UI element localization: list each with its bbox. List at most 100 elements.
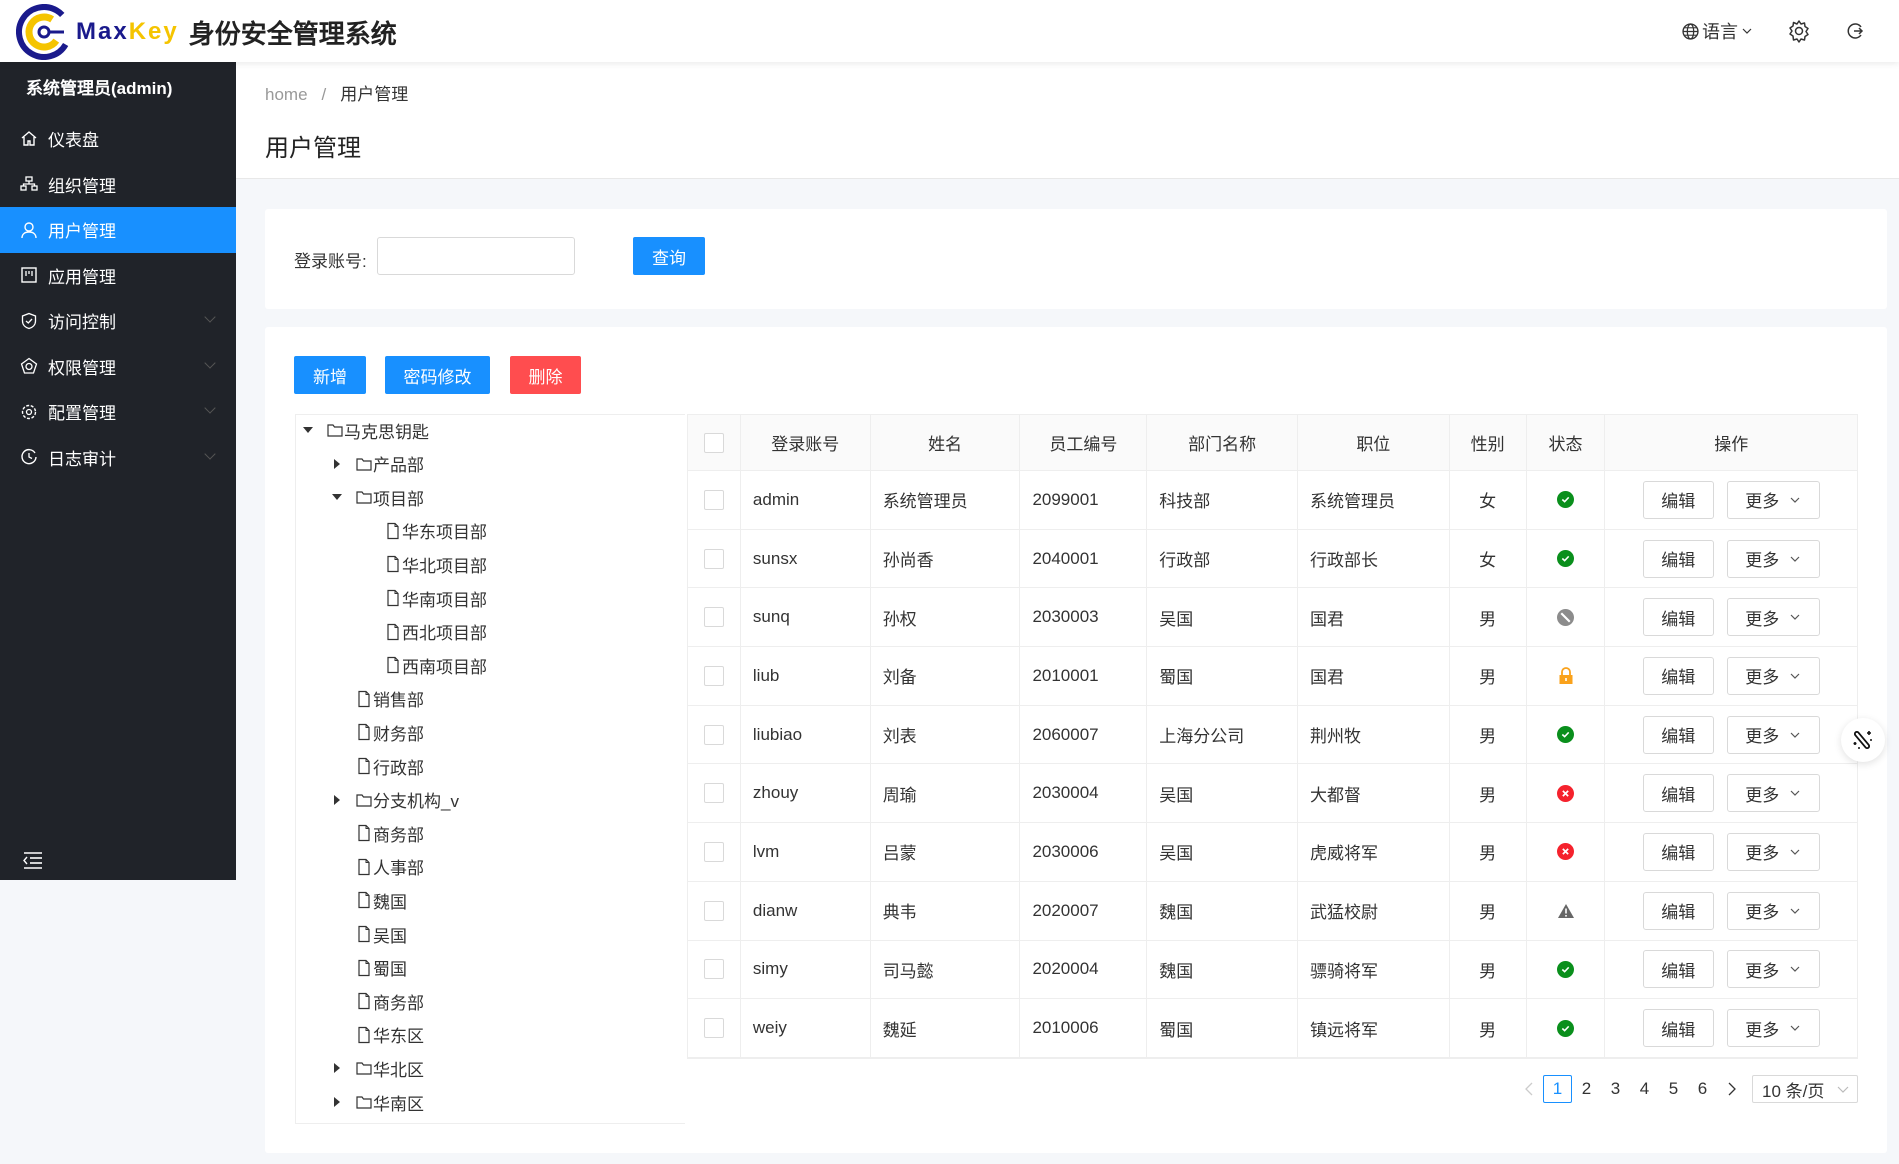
- tree-node[interactable]: 华东区: [356, 1020, 424, 1050]
- caret-down-icon[interactable]: [303, 427, 313, 433]
- row-checkbox[interactable]: [703, 548, 724, 569]
- delete-button[interactable]: 删除: [510, 356, 581, 394]
- page-5-button[interactable]: 5: [1659, 1075, 1688, 1103]
- caret-down-icon[interactable]: [332, 494, 342, 501]
- tree-node[interactable]: 分支机构_v: [334, 785, 459, 815]
- page-1-button[interactable]: 1: [1543, 1075, 1572, 1103]
- change-password-button[interactable]: 密码修改: [385, 356, 490, 394]
- collapse-sidebar-button[interactable]: [22, 850, 44, 870]
- caret-right-icon[interactable]: [334, 1063, 340, 1074]
- row-checkbox[interactable]: [703, 489, 724, 510]
- row-checkbox[interactable]: [703, 607, 724, 628]
- tree-node[interactable]: 西北项目部: [385, 617, 487, 647]
- more-label: 更多: [1745, 609, 1780, 629]
- page-size-select[interactable]: 10 条/页: [1752, 1075, 1858, 1103]
- edit-button[interactable]: 编辑: [1642, 598, 1714, 637]
- tree-node[interactable]: 华东项目部: [385, 516, 487, 546]
- tree-node[interactable]: 财务部: [356, 717, 424, 747]
- caret-right-icon[interactable]: [334, 794, 340, 805]
- more-dropdown[interactable]: 更多: [1726, 656, 1820, 695]
- tree-node[interactable]: 吴国: [356, 919, 407, 949]
- more-dropdown[interactable]: 更多: [1726, 539, 1820, 578]
- sidebar-item-1[interactable]: 仪表盘: [0, 116, 236, 162]
- sidebar-item-label: 配置管理: [48, 404, 116, 424]
- caret-right-icon[interactable]: [334, 458, 340, 469]
- next-page-button[interactable]: [1717, 1075, 1746, 1103]
- username-search-input[interactable]: [377, 237, 575, 275]
- tree-node[interactable]: 销售部: [356, 684, 424, 714]
- row-checkbox[interactable]: [703, 841, 724, 862]
- cell-username: dianw: [741, 881, 871, 940]
- caret-right-icon[interactable]: [334, 1097, 340, 1107]
- sidebar-item-4[interactable]: 应用管理: [0, 253, 236, 299]
- table-row: liub 刘备 2010001 蜀国 国君男 编辑 更多: [688, 647, 1857, 706]
- tree-node[interactable]: 华北项目部: [385, 549, 487, 579]
- edit-button[interactable]: 编辑: [1642, 539, 1714, 578]
- page-2-button[interactable]: 2: [1572, 1075, 1601, 1103]
- cell-department: 行政部: [1147, 529, 1298, 588]
- tree-node[interactable]: 行政部: [356, 751, 424, 781]
- tree-node[interactable]: 项目部: [332, 482, 424, 512]
- edit-button[interactable]: 编辑: [1642, 715, 1714, 754]
- magic-wand-button[interactable]: [1841, 718, 1885, 762]
- more-dropdown[interactable]: 更多: [1726, 1009, 1820, 1048]
- tree-node-label: 产品部: [373, 456, 424, 476]
- sidebar-item-3[interactable]: 用户管理: [0, 207, 236, 253]
- tree-node[interactable]: 西南项目部: [385, 650, 487, 680]
- language-dropdown[interactable]: 语言: [1682, 18, 1753, 44]
- sidebar-item-8[interactable]: 日志审计: [0, 435, 236, 481]
- row-checkbox[interactable]: [703, 665, 724, 686]
- more-dropdown[interactable]: 更多: [1726, 950, 1820, 989]
- edit-button[interactable]: 编辑: [1642, 950, 1714, 989]
- prev-page-button[interactable]: [1514, 1075, 1543, 1103]
- tree-node[interactable]: 人事部: [356, 852, 424, 882]
- row-checkbox[interactable]: [703, 724, 724, 745]
- cell-name: 刘表: [871, 705, 1021, 764]
- logout-button[interactable]: [1845, 21, 1865, 41]
- edit-button[interactable]: 编辑: [1642, 1009, 1714, 1048]
- cell-username: simy: [741, 940, 871, 999]
- edit-button[interactable]: 编辑: [1642, 656, 1714, 695]
- settings-button[interactable]: [1787, 19, 1811, 43]
- query-button[interactable]: 查询: [633, 237, 705, 275]
- tree-node[interactable]: 产品部: [334, 449, 424, 479]
- more-dropdown[interactable]: 更多: [1726, 832, 1820, 871]
- row-checkbox[interactable]: [703, 1018, 724, 1039]
- row-checkbox[interactable]: [703, 900, 724, 921]
- file-icon: [358, 757, 370, 775]
- select-all-checkbox[interactable]: [703, 432, 724, 453]
- more-dropdown[interactable]: 更多: [1726, 774, 1820, 813]
- more-dropdown[interactable]: 更多: [1726, 891, 1820, 930]
- tree-node[interactable]: 华南项目部: [385, 583, 487, 613]
- sidebar-item-2[interactable]: 组织管理: [0, 162, 236, 208]
- page-6-button[interactable]: 6: [1688, 1075, 1717, 1103]
- tree-node[interactable]: 商务部: [356, 986, 424, 1016]
- tree-node[interactable]: 华北区: [334, 1053, 424, 1083]
- edit-button[interactable]: 编辑: [1642, 891, 1714, 930]
- sidebar-item-label: 组织管理: [48, 176, 116, 196]
- edit-button[interactable]: 编辑: [1642, 480, 1714, 519]
- chevron-down-icon: [1742, 28, 1752, 34]
- status-error-icon: [1557, 784, 1575, 802]
- tree-node[interactable]: 华南区: [334, 1087, 424, 1117]
- logout-icon: [1847, 23, 1864, 39]
- breadcrumb-home[interactable]: home: [265, 85, 308, 104]
- sidebar-item-5[interactable]: 访问控制: [0, 298, 236, 344]
- sidebar-item-7[interactable]: 配置管理: [0, 389, 236, 435]
- app-icon: [20, 266, 38, 284]
- row-checkbox[interactable]: [703, 783, 724, 804]
- tree-node[interactable]: 魏国: [356, 885, 407, 915]
- sidebar-item-6[interactable]: 权限管理: [0, 344, 236, 390]
- more-dropdown[interactable]: 更多: [1726, 480, 1820, 519]
- tree-node[interactable]: 蜀国: [356, 953, 407, 983]
- tree-node[interactable]: 商务部: [356, 818, 424, 848]
- add-button[interactable]: 新增: [294, 356, 366, 394]
- more-dropdown[interactable]: 更多: [1726, 715, 1820, 754]
- page-4-button[interactable]: 4: [1630, 1075, 1659, 1103]
- more-dropdown[interactable]: 更多: [1726, 598, 1820, 637]
- edit-button[interactable]: 编辑: [1642, 832, 1714, 871]
- tree-node[interactable]: 马克思钥匙: [303, 415, 429, 445]
- page-3-button[interactable]: 3: [1601, 1075, 1630, 1103]
- edit-button[interactable]: 编辑: [1642, 774, 1714, 813]
- row-checkbox[interactable]: [703, 959, 724, 980]
